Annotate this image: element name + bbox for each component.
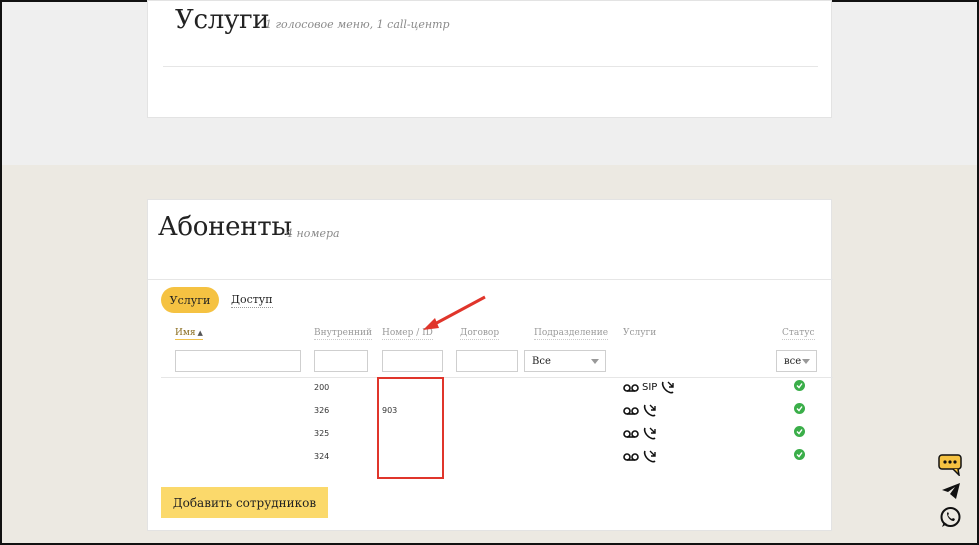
status-ok-icon bbox=[794, 449, 805, 460]
status-filter-select[interactable]: все bbox=[776, 350, 817, 372]
internal-number: 324 bbox=[314, 452, 330, 461]
internal-number: 325 bbox=[314, 429, 330, 438]
services-cell: SIP bbox=[623, 380, 675, 395]
status-ok-icon bbox=[794, 426, 805, 437]
whatsapp-icon[interactable] bbox=[939, 506, 962, 529]
voicemail-icon bbox=[623, 429, 639, 438]
subscribers-card: Абоненты 4 номера Услуги Доступ Имя ▲ Вну… bbox=[147, 199, 833, 531]
tab-services[interactable]: Услуги bbox=[161, 287, 219, 313]
annotation-arrow-icon bbox=[423, 295, 486, 330]
tab-access[interactable]: Доступ bbox=[231, 293, 273, 308]
chat-icon[interactable] bbox=[938, 454, 964, 476]
call-forward-icon bbox=[643, 450, 656, 463]
column-header-status[interactable]: Статус bbox=[782, 328, 815, 340]
column-header-name[interactable]: Имя ▲ bbox=[175, 328, 203, 340]
services-cell bbox=[623, 426, 657, 441]
divider bbox=[148, 279, 833, 280]
call-forward-icon bbox=[643, 404, 656, 417]
department-filter-value: Все bbox=[532, 355, 551, 367]
column-header-name-label: Имя bbox=[175, 328, 196, 338]
voicemail-icon bbox=[623, 406, 639, 415]
services-subtitle: 1 голосовое меню, 1 call-центр bbox=[265, 18, 450, 31]
number-filter-input[interactable] bbox=[382, 350, 443, 372]
telegram-icon[interactable] bbox=[941, 482, 961, 500]
table-header-divider bbox=[161, 377, 833, 378]
services-title: Услуги bbox=[175, 5, 270, 35]
status-filter-value: все bbox=[784, 355, 802, 367]
column-header-services: Услуги bbox=[623, 328, 657, 338]
status-ok-icon bbox=[794, 403, 805, 414]
annotation-highlight-box bbox=[377, 377, 444, 479]
subscribers-title: Абоненты bbox=[158, 212, 292, 242]
sort-ascending-icon: ▲ bbox=[197, 329, 203, 337]
call-forward-icon bbox=[643, 427, 656, 440]
voicemail-icon bbox=[623, 452, 639, 461]
chevron-down-icon bbox=[591, 359, 599, 364]
internal-number: 326 bbox=[314, 406, 330, 415]
sip-label: SIP bbox=[642, 382, 658, 393]
column-header-department[interactable]: Подразделение bbox=[534, 328, 609, 340]
department-filter-select[interactable]: Все bbox=[524, 350, 606, 372]
services-cell bbox=[623, 449, 657, 464]
chevron-down-icon bbox=[802, 359, 810, 364]
add-employees-button[interactable]: Добавить сотрудников bbox=[161, 487, 328, 518]
name-filter-input[interactable] bbox=[175, 350, 301, 372]
call-forward-icon bbox=[662, 381, 675, 394]
subscribers-subtitle: 4 номера bbox=[286, 227, 340, 240]
services-card: Услуги 1 голосовое меню, 1 call-центр bbox=[147, 0, 832, 118]
contract-filter-input[interactable] bbox=[456, 350, 518, 372]
status-ok-icon bbox=[794, 380, 805, 391]
internal-filter-input[interactable] bbox=[314, 350, 368, 372]
divider bbox=[163, 66, 818, 67]
column-header-internal[interactable]: Внутренний bbox=[314, 328, 372, 340]
internal-number: 200 bbox=[314, 383, 330, 392]
services-cell bbox=[623, 403, 657, 418]
voicemail-icon bbox=[623, 383, 639, 392]
